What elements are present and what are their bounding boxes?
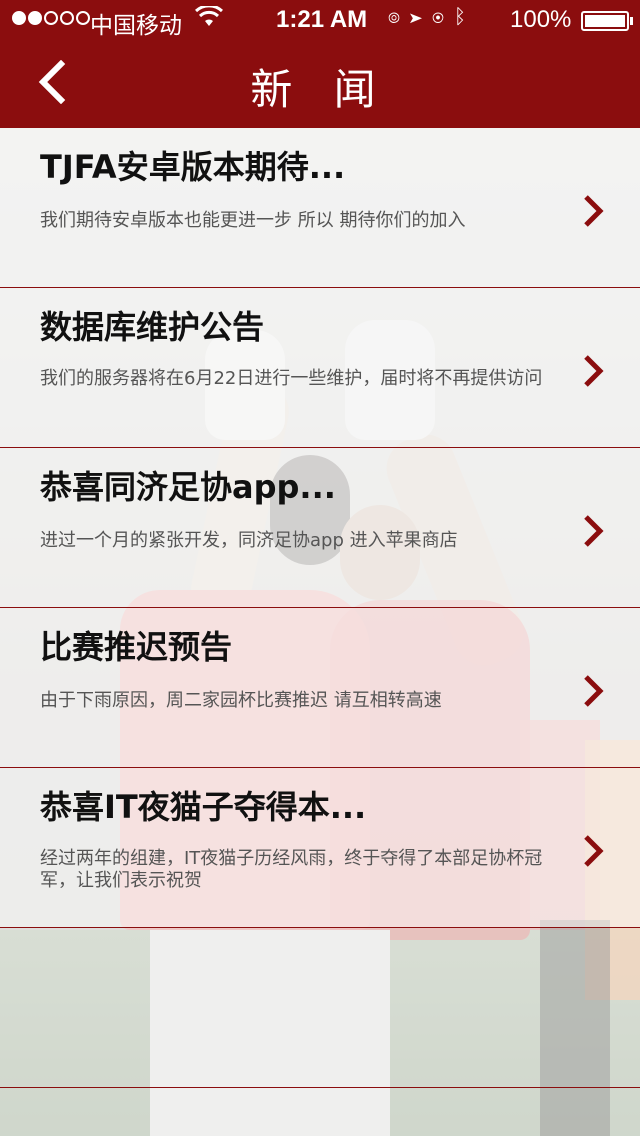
status-icons: ◎➤◉ᛒ bbox=[388, 6, 476, 29]
news-item[interactable]: 恭喜IT夜猫子夺得本... 经过两年的组建，IT夜猫子历经风雨，终于夺得了本部足… bbox=[0, 768, 640, 928]
news-item[interactable]: TJFA安卓版本期待... 我们期待安卓版本也能更进一步 所以 期待你们的加入 bbox=[0, 128, 640, 288]
news-item-summary: 进过一个月的紧张开发，同济足协app 进入苹果商店 bbox=[40, 530, 458, 551]
status-time: 1:21 AM bbox=[276, 6, 368, 33]
signal-dot-icon bbox=[12, 11, 26, 25]
alarm-icon: ◉ bbox=[432, 6, 454, 28]
signal-strength-icon bbox=[12, 11, 90, 25]
news-item[interactable]: 恭喜同济足协app... 进过一个月的紧张开发，同济足协app 进入苹果商店 bbox=[0, 448, 640, 608]
chevron-right-icon bbox=[582, 514, 604, 548]
chevron-right-icon bbox=[582, 834, 604, 868]
news-item-title: TJFA安卓版本期待... bbox=[40, 148, 346, 186]
news-item-summary: 经过两年的组建，IT夜猫子历经风雨，终于夺得了本部足协杯冠军，让我们表示祝贺 bbox=[40, 848, 543, 891]
chevron-right-icon bbox=[582, 674, 604, 708]
signal-dot-icon bbox=[28, 11, 42, 25]
news-item-title: 数据库维护公告 bbox=[40, 308, 265, 346]
signal-dot-icon bbox=[60, 11, 74, 25]
news-item[interactable]: 数据库维护公告 我们的服务器将在6月22日进行一些维护，届时将不再提供访问 bbox=[0, 288, 640, 448]
news-item-title: 比赛推迟预告 bbox=[40, 628, 233, 666]
carrier-name: 中国移动 bbox=[90, 12, 182, 38]
news-item-summary: 我们期待安卓版本也能更进一步 所以 期待你们的加入 bbox=[40, 210, 466, 231]
chevron-right-icon bbox=[582, 194, 604, 228]
news-item[interactable]: 比赛推迟预告 由于下雨原因，周二家园杯比赛推迟 请互相转高速 bbox=[0, 608, 640, 768]
news-item-title: 恭喜同济足协app... bbox=[40, 468, 336, 506]
battery-icon bbox=[581, 11, 633, 31]
chevron-right-icon bbox=[582, 354, 604, 388]
orientation-lock-icon: ◎ bbox=[388, 6, 410, 28]
navigation-bar: 新 闻 bbox=[0, 40, 640, 128]
signal-dot-icon bbox=[44, 11, 58, 25]
empty-row bbox=[0, 928, 640, 1088]
news-item-summary: 我们的服务器将在6月22日进行一些维护，届时将不再提供访问 bbox=[40, 368, 543, 389]
signal-dot-icon bbox=[76, 11, 90, 25]
battery-percentage: 100% bbox=[510, 6, 572, 33]
location-icon: ➤ bbox=[410, 6, 432, 28]
news-list: TJFA安卓版本期待... 我们期待安卓版本也能更进一步 所以 期待你们的加入 … bbox=[0, 128, 640, 1088]
status-bar: 中国移动 1:21 AM ◎➤◉ᛒ 100% bbox=[0, 0, 640, 40]
news-item-summary: 由于下雨原因，周二家园杯比赛推迟 请互相转高速 bbox=[40, 690, 442, 711]
news-item-title: 恭喜IT夜猫子夺得本... bbox=[40, 788, 367, 826]
page-title: 新 闻 bbox=[250, 65, 390, 114]
wifi-icon bbox=[194, 4, 224, 34]
bluetooth-icon: ᛒ bbox=[454, 6, 476, 28]
